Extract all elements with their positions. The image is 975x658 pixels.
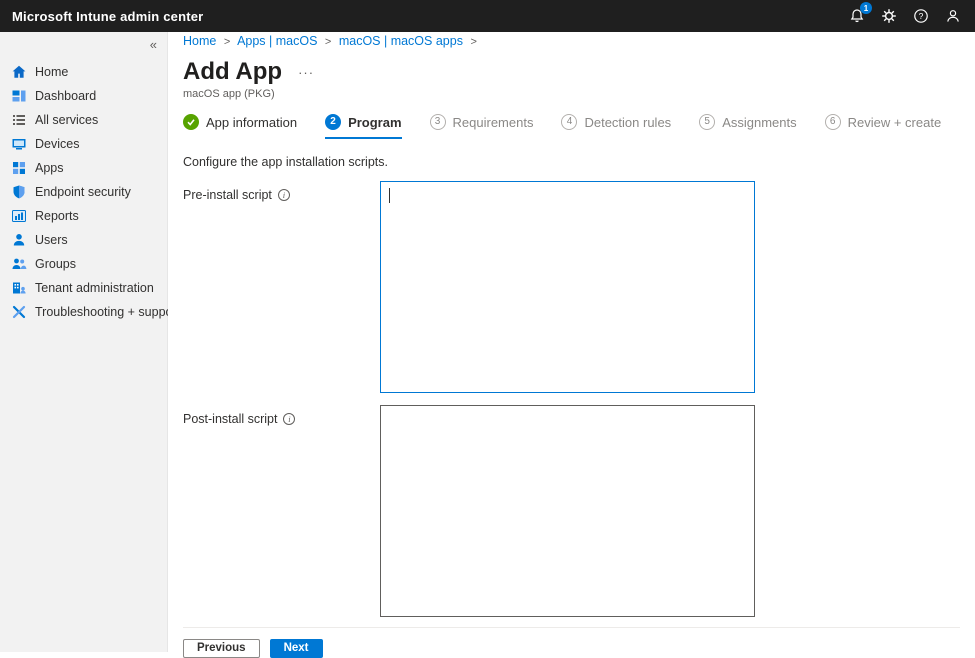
breadcrumb: Home > Apps | macOS > macOS | macOS apps… [183, 34, 960, 49]
notification-badge: 1 [860, 2, 872, 14]
notifications-button[interactable]: 1 [849, 2, 872, 24]
info-icon[interactable]: i [283, 413, 296, 425]
sidebar-item-label: Devices [35, 137, 80, 151]
sidebar-item-home[interactable]: Home [0, 60, 167, 84]
help-icon: ? [914, 9, 928, 23]
breadcrumb-link-macos-apps[interactable]: macOS | macOS apps [339, 34, 463, 48]
info-icon[interactable]: i [277, 189, 290, 201]
apps-icon [11, 160, 27, 176]
step-label: Program [348, 114, 402, 130]
step-label: Review + create [847, 114, 942, 130]
step-label: Requirements [452, 114, 534, 130]
sidebar-item-users[interactable]: Users [0, 228, 167, 252]
main-content: Home > Apps | macOS > macOS | macOS apps… [168, 32, 975, 658]
form-description: Configure the app installation scripts. [183, 155, 388, 169]
person-icon [947, 10, 959, 22]
dashboard-icon [11, 88, 27, 104]
step-label: Assignments [722, 114, 797, 130]
context-menu-button[interactable]: ··· [298, 65, 314, 80]
gear-icon [882, 9, 896, 23]
sidebar-item-all-services[interactable]: All services [0, 108, 167, 132]
pre-install-script-label: Pre-install script i [183, 181, 380, 202]
groups-icon [11, 256, 27, 272]
sidebar-item-label: Dashboard [35, 89, 97, 103]
sidebar-item-devices[interactable]: Devices [0, 132, 167, 156]
step-number: 2 [325, 114, 342, 130]
app-title: Microsoft Intune admin center [12, 8, 204, 24]
sidebar-item-tenant-administration[interactable]: Tenant administration [0, 276, 167, 300]
sidebar-item-label: Endpoint security [35, 185, 131, 199]
breadcrumb-link-home[interactable]: Home [183, 34, 216, 48]
step-number: 6 [824, 114, 841, 130]
step-app-information[interactable]: App information [183, 114, 297, 139]
sidebar-item-dashboard[interactable]: Dashboard [0, 84, 167, 108]
sidebar-item-label: All services [35, 113, 99, 127]
page-subtitle: macOS app (PKG) [183, 88, 275, 100]
breadcrumb-link-apps-macos[interactable]: Apps | macOS [237, 34, 317, 48]
post-install-script-label: Post-install script i [183, 405, 380, 426]
step-number: 4 [561, 114, 578, 130]
sidebar-item-endpoint-security[interactable]: Endpoint security [0, 180, 167, 204]
settings-button[interactable] [881, 8, 897, 24]
sidebar-item-groups[interactable]: Groups [0, 252, 167, 276]
account-button[interactable] [945, 8, 961, 24]
users-icon [11, 232, 27, 248]
breadcrumb-separator: > [223, 36, 231, 48]
wizard-steps: App information 2 Program 3 Requirements… [183, 114, 960, 139]
step-detection-rules[interactable]: 4 Detection rules [561, 114, 671, 139]
text-cursor [389, 188, 390, 203]
step-label: App information [206, 114, 298, 130]
endpoint-security-icon [11, 184, 27, 200]
post-install-script-input[interactable] [380, 405, 755, 617]
sidebar: « Home Dashboard All services Devices Ap… [0, 32, 180, 652]
help-button[interactable]: ? [913, 8, 929, 24]
sidebar-item-troubleshooting[interactable]: Troubleshooting + support [0, 300, 180, 324]
sidebar-item-label: Tenant administration [35, 281, 154, 295]
devices-icon [11, 136, 27, 152]
top-bar: Microsoft Intune admin center 1 ? [0, 0, 975, 32]
topbar-icons: 1 ? [849, 2, 961, 24]
sidebar-item-reports[interactable]: Reports [0, 204, 167, 228]
sidebar-collapse-button[interactable]: « [150, 37, 157, 52]
previous-button[interactable]: Previous [183, 639, 260, 658]
step-review-create[interactable]: 6 Review + create [824, 114, 942, 139]
step-label: Detection rules [584, 114, 672, 130]
sidebar-item-label: Apps [35, 161, 64, 175]
wizard-footer: Previous Next [183, 627, 960, 658]
step-number: 3 [429, 114, 446, 130]
tenant-administration-icon [11, 280, 27, 296]
next-button[interactable]: Next [269, 639, 323, 658]
pre-install-script-input[interactable] [380, 181, 755, 393]
reports-icon [11, 208, 27, 224]
sidebar-item-label: Troubleshooting + support [35, 305, 181, 319]
step-program[interactable]: 2 Program [325, 114, 402, 139]
step-assignments[interactable]: 5 Assignments [699, 114, 797, 139]
step-requirements[interactable]: 3 Requirements [429, 114, 534, 139]
troubleshooting-icon [11, 304, 27, 320]
sidebar-item-apps[interactable]: Apps [0, 156, 167, 180]
sidebar-item-label: Users [35, 233, 68, 247]
breadcrumb-separator: > [470, 36, 477, 48]
sidebar-item-label: Groups [35, 257, 76, 271]
breadcrumb-separator: > [324, 36, 332, 48]
step-number: 5 [699, 114, 716, 130]
page-title: Add App [183, 58, 283, 85]
sidebar-item-label: Home [35, 65, 69, 79]
svg-text:?: ? [919, 11, 924, 21]
sidebar-item-label: Reports [35, 209, 79, 223]
home-icon [11, 64, 27, 80]
all-services-icon [11, 112, 27, 128]
check-icon [183, 114, 199, 130]
